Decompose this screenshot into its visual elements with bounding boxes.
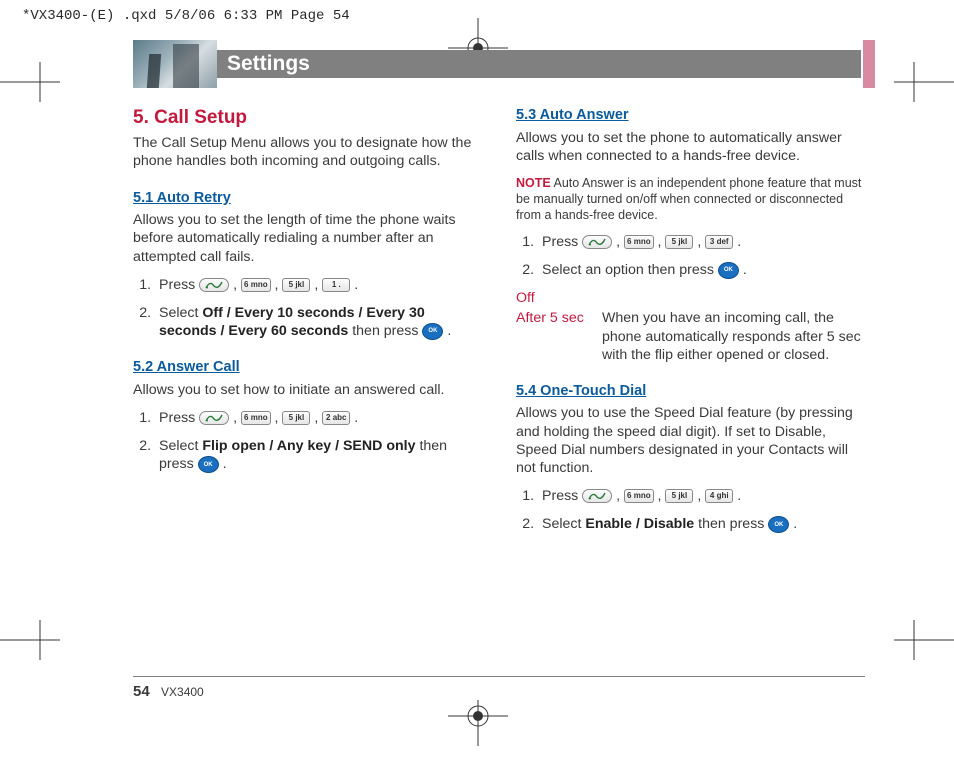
manual-page: Settings 5. Call Setup The Call Setup Me… <box>85 40 875 700</box>
send-key-icon <box>582 235 612 249</box>
send-key-icon <box>199 411 229 425</box>
sub53-option-after5: After 5 sec When you have an incoming ca… <box>516 309 865 364</box>
title-accent-bar <box>863 40 875 88</box>
key-4-icon: 4 ghi <box>705 489 733 503</box>
section-intro: The Call Setup Menu allows you to design… <box>133 134 482 170</box>
sub54-desc: Allows you to use the Speed Dial feature… <box>516 404 865 477</box>
sub52-step1: Press , 6 mno , 5 jkl , 2 abc . <box>155 409 482 427</box>
sub53-note: NOTE Auto Answer is an independent phone… <box>516 175 865 223</box>
send-key-icon <box>199 278 229 292</box>
page-title: Settings <box>217 50 861 78</box>
key-6-icon: 6 mno <box>241 411 271 425</box>
sub54-heading: 5.4 One-Touch Dial <box>516 382 865 401</box>
ok-key-icon: OK <box>718 262 739 279</box>
sub52-desc: Allows you to set how to initiate an ans… <box>133 381 482 399</box>
note-label: NOTE <box>516 176 551 190</box>
key-5-icon: 5 jkl <box>282 411 310 425</box>
sub52-step2: Select Flip open / Any key / SEND only t… <box>155 437 482 473</box>
send-key-icon <box>582 489 612 503</box>
key-6-icon: 6 mno <box>624 489 654 503</box>
sub54-step2: Select Enable / Disable then press OK . <box>538 515 865 533</box>
sub53-heading: 5.3 Auto Answer <box>516 106 865 125</box>
title-thumbnail-image <box>133 40 217 88</box>
key-6-icon: 6 mno <box>241 278 271 292</box>
left-column: 5. Call Setup The Call Setup Menu allows… <box>133 102 482 544</box>
key-5-icon: 5 jkl <box>665 489 693 503</box>
section-heading: 5. Call Setup <box>133 106 482 130</box>
ok-key-icon: OK <box>422 323 443 340</box>
sub51-steps: Press , 6 mno , 5 jkl , 1 . . Select Off… <box>133 276 482 341</box>
title-bar: Settings <box>133 40 875 88</box>
key-5-icon: 5 jkl <box>665 235 693 249</box>
sub53-option-off: Off <box>516 289 865 307</box>
sub52-heading: 5.2 Answer Call <box>133 358 482 377</box>
key-1-icon: 1 . <box>322 278 350 292</box>
sub51-desc: Allows you to set the length of time the… <box>133 211 482 266</box>
page-number: 54 <box>133 683 150 700</box>
ok-key-icon: OK <box>768 516 789 533</box>
key-2-icon: 2 abc <box>322 411 350 425</box>
sub53-step1: Press , 6 mno , 5 jkl , 3 def . <box>538 233 865 251</box>
title-strip: Settings <box>217 40 861 88</box>
sub53-step2: Select an option then press OK . <box>538 261 865 279</box>
key-5-icon: 5 jkl <box>282 278 310 292</box>
sub54-steps: Press , 6 mno , 5 jkl , 4 ghi . Select E… <box>516 487 865 533</box>
key-3-icon: 3 def <box>705 235 733 249</box>
model-name: VX3400 <box>161 685 204 699</box>
sub54-step1: Press , 6 mno , 5 jkl , 4 ghi . <box>538 487 865 505</box>
sub51-heading: 5.1 Auto Retry <box>133 189 482 208</box>
right-column: 5.3 Auto Answer Allows you to set the ph… <box>516 102 865 544</box>
sub53-desc: Allows you to set the phone to automatic… <box>516 129 865 165</box>
sub53-steps: Press , 6 mno , 5 jkl , 3 def . Select a… <box>516 233 865 279</box>
key-6-icon: 6 mno <box>624 235 654 249</box>
sub51-step2: Select Off / Every 10 seconds / Every 30… <box>155 304 482 340</box>
sub51-step1: Press , 6 mno , 5 jkl , 1 . . <box>155 276 482 294</box>
qxd-print-header: *VX3400-(E) .qxd 5/8/06 6:33 PM Page 54 <box>0 0 954 24</box>
page-footer: 54 VX3400 <box>133 676 865 700</box>
sub52-steps: Press , 6 mno , 5 jkl , 2 abc . Select F… <box>133 409 482 474</box>
ok-key-icon: OK <box>198 456 219 473</box>
